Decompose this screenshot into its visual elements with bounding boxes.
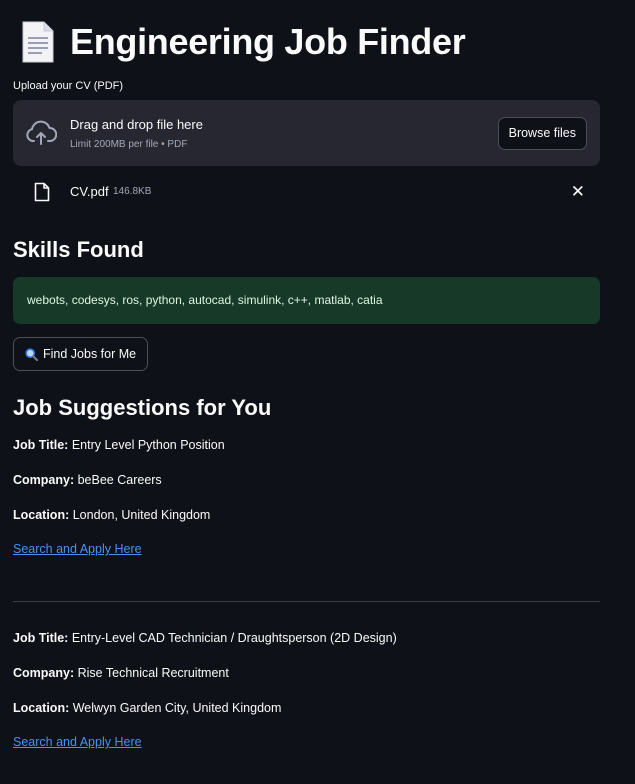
job-title-row: Job Title: Entry Level Python Position: [13, 438, 225, 452]
dropzone-title: Drag and drop file here: [70, 117, 203, 132]
job-title-label: Job Title:: [13, 438, 69, 452]
browse-files-button[interactable]: Browse files: [497, 117, 587, 150]
job-company-label: Company:: [13, 473, 75, 487]
skills-alert: webots, codesys, ros, python, autocad, s…: [13, 277, 600, 324]
apply-link[interactable]: Search and Apply Here: [13, 735, 142, 749]
job-location-row: Location: London, United Kingdom: [13, 508, 210, 522]
magnifier-icon: [25, 347, 38, 361]
cloud-upload-icon: [26, 120, 57, 145]
remove-file-icon[interactable]: ✕: [571, 182, 585, 202]
job-title-value: Entry Level Python Position: [71, 438, 225, 452]
dropzone-limit: Limit 200MB per file • PDF: [70, 139, 188, 150]
job-location-value: London, United Kingdom: [72, 508, 211, 522]
job-company-label: Company:: [13, 666, 75, 680]
skills-heading: Skills Found: [13, 237, 144, 262]
file-dropzone[interactable]: Drag and drop file here Limit 200MB per …: [13, 100, 600, 166]
divider: [13, 601, 600, 602]
job-location-label: Location:: [13, 701, 70, 715]
job-company-row: Company: Rise Technical Recruitment: [13, 666, 229, 680]
job-company-value: Rise Technical Recruitment: [77, 666, 229, 680]
find-jobs-label: Find Jobs for Me: [43, 347, 137, 361]
job-location-label: Location:: [13, 508, 70, 522]
job-title-row: Job Title: Entry-Level CAD Technician / …: [13, 631, 397, 645]
file-name: CV.pdf: [70, 184, 109, 199]
find-jobs-button[interactable]: Find Jobs for Me: [13, 337, 149, 371]
job-location-row: Location: Welwyn Garden City, United Kin…: [13, 701, 281, 715]
upload-label: Upload your CV (PDF): [13, 80, 124, 92]
page-title: Engineering Job Finder: [70, 21, 466, 62]
apply-link[interactable]: Search and Apply Here: [13, 542, 142, 556]
job-location-value: Welwyn Garden City, United Kingdom: [72, 701, 282, 715]
app-page: Engineering Job Finder Upload your CV (P…: [0, 0, 635, 784]
file-size: 146.8KB: [113, 186, 152, 197]
job-title-value: Entry-Level CAD Technician / Draughtsper…: [71, 631, 397, 645]
file-icon: [34, 182, 50, 202]
document-icon: [22, 21, 54, 63]
jobs-heading: Job Suggestions for You: [13, 395, 272, 420]
job-company-value: beBee Careers: [77, 473, 162, 487]
header: Engineering Job Finder: [20, 20, 466, 64]
job-title-label: Job Title:: [13, 631, 69, 645]
job-company-row: Company: beBee Careers: [13, 473, 162, 487]
skills-text: webots, codesys, ros, python, autocad, s…: [27, 293, 383, 307]
uploaded-file: CV.pdf 146.8KB ✕: [13, 175, 600, 209]
